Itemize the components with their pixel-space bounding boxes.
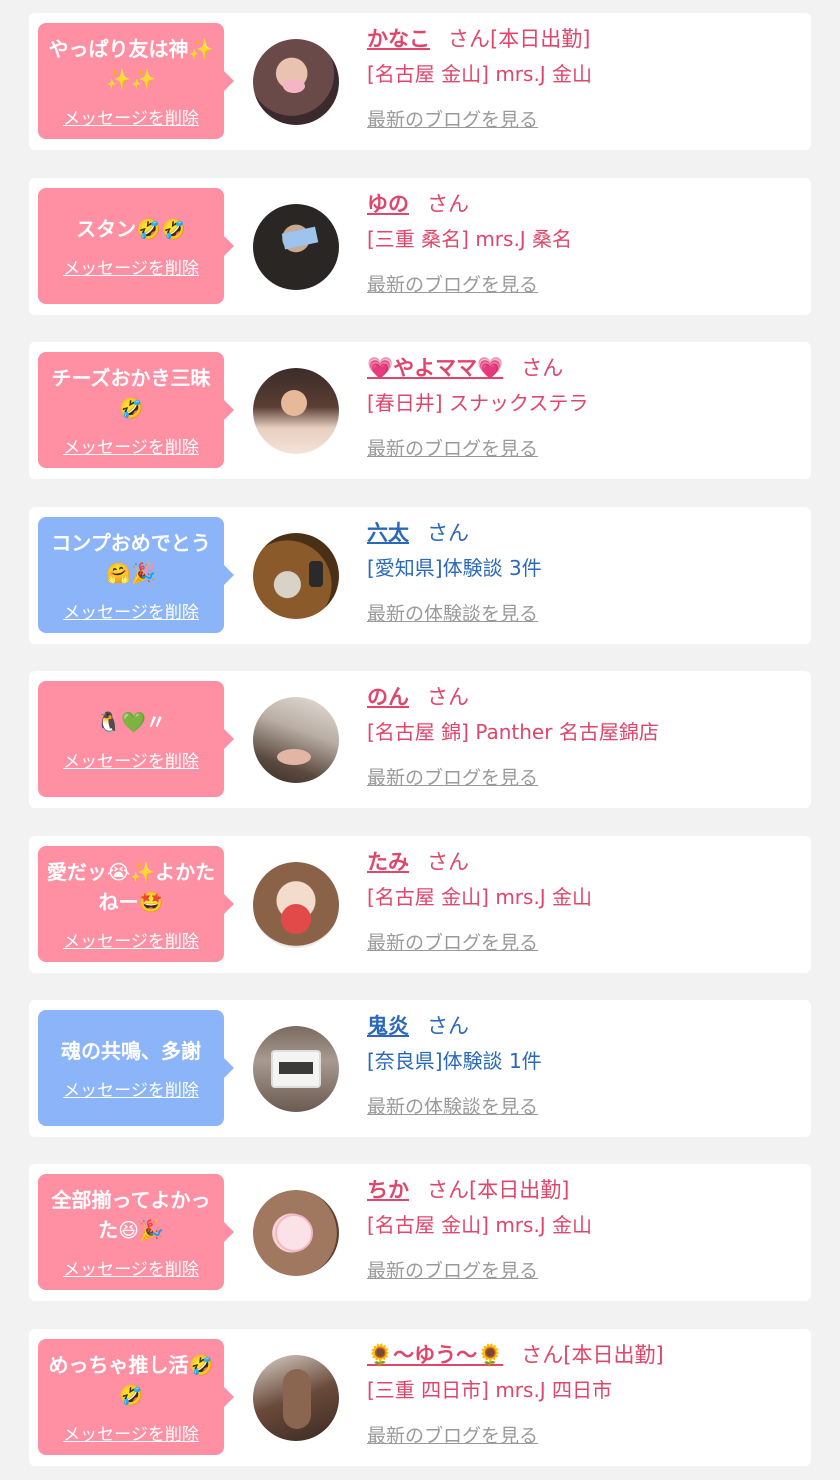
message-bubble: 全部揃ってよかった😆🎉 メッセージを削除 [38, 1174, 234, 1290]
latest-blog-link[interactable]: 最新のブログを見る [367, 434, 538, 461]
user-suffix: さん [521, 356, 564, 380]
message-bubble: やっぱり友は神✨✨✨ メッセージを削除 [38, 23, 234, 139]
message-card: やっぱり友は神✨✨✨ メッセージを削除 かなこ さん[本日出勤] [名古屋 金山]… [29, 13, 811, 150]
message-card: 全部揃ってよかった😆🎉 メッセージを削除 ちか さん[本日出勤] [名古屋 金山]… [29, 1164, 811, 1301]
message-bubble: 🐧💚〃 メッセージを削除 [38, 681, 234, 797]
delete-message-link[interactable]: メッセージを削除 [63, 1076, 199, 1101]
delete-message-link[interactable]: メッセージを削除 [63, 104, 199, 129]
shop-detail: [三重 桑名] mrs.J 桑名 [367, 227, 573, 251]
delete-message-link[interactable]: メッセージを削除 [63, 747, 199, 772]
avatar[interactable] [253, 1026, 339, 1112]
message-text: やっぱり友は神✨✨✨ [48, 36, 214, 91]
user-info: ゆの さん [三重 桑名] mrs.J 桑名 最新のブログを見る [367, 188, 797, 297]
message-card: 🐧💚〃 メッセージを削除 のん さん [名古屋 錦] Panther 名古屋錦店 … [29, 671, 811, 808]
latest-review-link[interactable]: 最新の体験談を見る [367, 599, 538, 626]
message-text: 愛だッ😭✨よかたねー🤩 [46, 859, 216, 914]
avatar[interactable] [253, 368, 339, 454]
message-card: 愛だッ😭✨よかたねー🤩 メッセージを削除 たみ さん [名古屋 金山] mrs.J… [29, 836, 811, 973]
avatar[interactable] [253, 204, 339, 290]
user-name-link[interactable]: 鬼炎 [367, 1014, 409, 1038]
shop-detail: [三重 四日市] mrs.J 四日市 [367, 1378, 613, 1402]
user-name-link[interactable]: 💗やよママ💗 [367, 356, 503, 380]
latest-blog-link[interactable]: 最新のブログを見る [367, 270, 538, 297]
message-bubble: スタン🤣🤣 メッセージを削除 [38, 188, 234, 304]
user-name-link[interactable]: たみ [367, 850, 409, 874]
message-list: やっぱり友は神✨✨✨ メッセージを削除 かなこ さん[本日出勤] [名古屋 金山]… [0, 0, 840, 1480]
message-bubble: コンプおめでとう🤗🎉 メッセージを削除 [38, 517, 234, 633]
delete-message-link[interactable]: メッセージを削除 [63, 927, 199, 952]
user-name-link[interactable]: 🌻～ゆう～🌻 [367, 1343, 503, 1367]
user-info: 🌻～ゆう～🌻 さん[本日出勤] [三重 四日市] mrs.J 四日市 最新のブログ… [367, 1339, 797, 1448]
message-card: チーズおかき三昧🤣 メッセージを削除 💗やよママ💗 さん [春日井] スナックステ… [29, 342, 811, 479]
message-text: スタン🤣🤣 [76, 216, 186, 241]
user-info: 鬼炎 さん [奈良県]体験談 1件 最新の体験談を見る [367, 1010, 797, 1119]
message-text: チーズおかき三昧🤣 [51, 365, 211, 420]
user-info: 💗やよママ💗 さん [春日井] スナックステラ 最新のブログを見る [367, 352, 797, 461]
latest-blog-link[interactable]: 最新のブログを見る [367, 105, 538, 132]
review-detail: [愛知県]体験談 3件 [367, 556, 542, 580]
delete-message-link[interactable]: メッセージを削除 [63, 254, 199, 279]
message-card: めっちゃ推し活🤣🤣 メッセージを削除 🌻～ゆう～🌻 さん[本日出勤] [三重 四日… [29, 1329, 811, 1466]
avatar[interactable] [253, 1355, 339, 1441]
message-bubble: チーズおかき三昧🤣 メッセージを削除 [38, 352, 234, 468]
latest-blog-link[interactable]: 最新のブログを見る [367, 1421, 538, 1448]
delete-message-link[interactable]: メッセージを削除 [63, 1255, 199, 1280]
user-suffix: さん[本日出勤] [521, 1343, 664, 1367]
message-text: コンプおめでとう🤗🎉 [51, 530, 211, 585]
avatar[interactable] [253, 39, 339, 125]
latest-blog-link[interactable]: 最新のブログを見る [367, 928, 538, 955]
avatar[interactable] [253, 697, 339, 783]
delete-message-link[interactable]: メッセージを削除 [63, 433, 199, 458]
delete-message-link[interactable]: メッセージを削除 [63, 1420, 199, 1445]
user-suffix: さん [427, 521, 469, 545]
user-suffix: さん [427, 1014, 469, 1038]
message-text: 魂の共鳴、多謝 [61, 1038, 201, 1063]
latest-blog-link[interactable]: 最新のブログを見る [367, 763, 538, 790]
shop-detail: [名古屋 金山] mrs.J 金山 [367, 885, 593, 909]
avatar[interactable] [253, 1190, 339, 1276]
user-info: ちか さん[本日出勤] [名古屋 金山] mrs.J 金山 最新のブログを見る [367, 1174, 797, 1283]
shop-detail: [春日井] スナックステラ [367, 391, 589, 415]
user-info: たみ さん [名古屋 金山] mrs.J 金山 最新のブログを見る [367, 846, 797, 955]
message-bubble: 魂の共鳴、多謝 メッセージを削除 [38, 1010, 234, 1126]
shop-detail: [名古屋 金山] mrs.J 金山 [367, 1213, 593, 1237]
avatar[interactable] [253, 862, 339, 948]
user-suffix: さん [427, 685, 469, 709]
message-text: 全部揃ってよかった😆🎉 [51, 1187, 211, 1242]
message-text: めっちゃ推し活🤣🤣 [48, 1352, 214, 1407]
message-card: 魂の共鳴、多謝 メッセージを削除 鬼炎 さん [奈良県]体験談 1件 最新の体験談… [29, 1000, 811, 1137]
shop-detail: [名古屋 錦] Panther 名古屋錦店 [367, 720, 659, 744]
user-name-link[interactable]: のん [367, 685, 409, 709]
user-info: のん さん [名古屋 錦] Panther 名古屋錦店 最新のブログを見る [367, 681, 797, 790]
user-info: 六太 さん [愛知県]体験談 3件 最新の体験談を見る [367, 517, 797, 626]
user-info: かなこ さん[本日出勤] [名古屋 金山] mrs.J 金山 最新のブログを見る [367, 23, 797, 132]
user-suffix: さん [427, 192, 469, 216]
delete-message-link[interactable]: メッセージを削除 [63, 598, 199, 623]
shop-detail: [名古屋 金山] mrs.J 金山 [367, 62, 593, 86]
user-name-link[interactable]: ゆの [367, 192, 409, 216]
message-card: スタン🤣🤣 メッセージを削除 ゆの さん [三重 桑名] mrs.J 桑名 最新の… [29, 178, 811, 315]
user-name-link[interactable]: かなこ [367, 27, 430, 51]
message-text: 🐧💚〃 [96, 709, 166, 734]
user-name-link[interactable]: ちか [367, 1178, 409, 1202]
review-detail: [奈良県]体験談 1件 [367, 1049, 542, 1073]
avatar[interactable] [253, 533, 339, 619]
message-card: コンプおめでとう🤗🎉 メッセージを削除 六太 さん [愛知県]体験談 3件 最新の… [29, 507, 811, 644]
user-suffix: さん[本日出勤] [427, 1178, 570, 1202]
message-bubble: 愛だッ😭✨よかたねー🤩 メッセージを削除 [38, 846, 234, 962]
latest-review-link[interactable]: 最新の体験談を見る [367, 1092, 538, 1119]
latest-blog-link[interactable]: 最新のブログを見る [367, 1256, 538, 1283]
message-bubble: めっちゃ推し活🤣🤣 メッセージを削除 [38, 1339, 234, 1455]
user-name-link[interactable]: 六太 [367, 521, 409, 545]
user-suffix: さん[本日出勤] [448, 27, 591, 51]
user-suffix: さん [427, 850, 469, 874]
